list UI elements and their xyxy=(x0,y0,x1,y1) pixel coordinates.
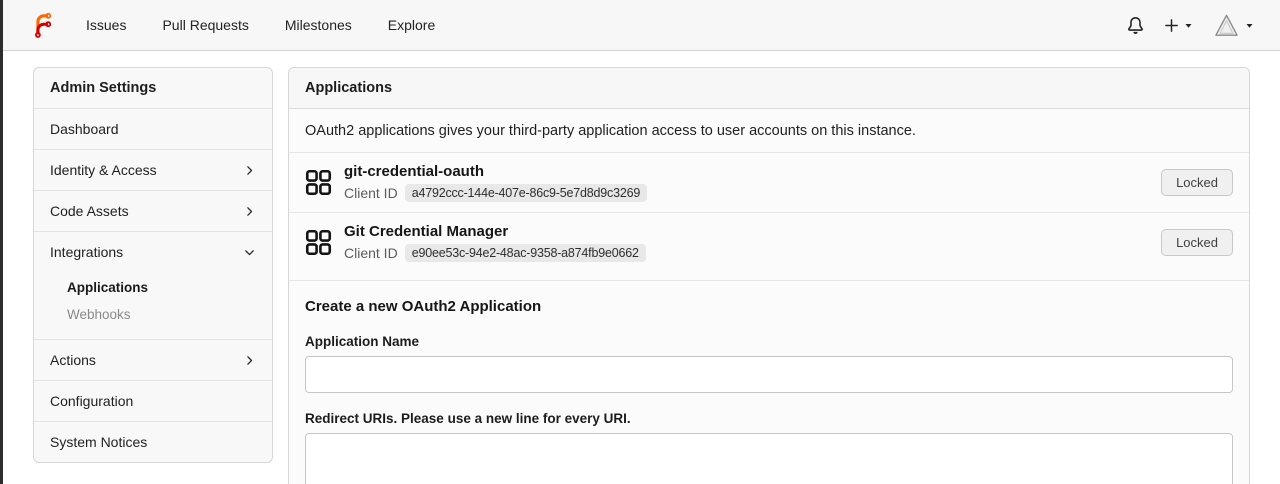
create-section-heading: Create a new OAuth2 Application xyxy=(305,297,542,315)
locked-button[interactable]: Locked xyxy=(1161,168,1233,196)
sidebar-item-webhooks[interactable]: Webhooks xyxy=(34,301,272,328)
plus-icon xyxy=(1165,18,1178,32)
bell-icon xyxy=(1128,16,1143,34)
apps-grid-icon xyxy=(305,169,332,195)
sidebar-item-identity-access[interactable]: Identity & Access xyxy=(34,149,272,190)
app-client-id-line: Client ID e90ee53c-94e2-48ac-9358-a874fb… xyxy=(344,243,646,262)
chevron-down-icon xyxy=(1246,23,1253,28)
sidebar-item-label: Identity & Access xyxy=(50,162,157,178)
sidebar-item-dashboard[interactable]: Dashboard xyxy=(34,108,272,149)
sidebar-item-code-assets[interactable]: Code Assets xyxy=(34,190,272,231)
sidebar-item-label: Integrations xyxy=(50,244,124,260)
application-name-label: Application Name xyxy=(305,333,420,349)
app-name: Git Credential Manager xyxy=(344,222,509,240)
nav-link-milestones[interactable]: Milestones xyxy=(285,17,352,33)
sidebar-title-label: Admin Settings xyxy=(50,80,157,96)
redirect-uris-label: Redirect URIs. Please use a new line for… xyxy=(305,410,631,426)
integrations-submenu: Applications Webhooks xyxy=(34,272,272,339)
admin-settings-sidebar: Admin Settings Dashboard Identity & Acce… xyxy=(33,67,273,463)
panel-description: OAuth2 applications gives your third-par… xyxy=(305,123,916,139)
sidebar-item-label: Configuration xyxy=(50,393,134,409)
navbar-right xyxy=(1127,12,1254,39)
nav-link-explore[interactable]: Explore xyxy=(388,17,435,33)
sidebar-item-configuration[interactable]: Configuration xyxy=(34,380,272,421)
app-name: git-credential-oauth xyxy=(344,163,485,180)
app-info: Git Credential Manager Client ID e90ee53… xyxy=(344,223,646,262)
forgejo-logo-icon[interactable] xyxy=(30,12,57,39)
user-menu-dropdown[interactable] xyxy=(1213,12,1254,39)
oauth-app-row: Git Credential Manager Client ID e90ee53… xyxy=(289,211,1249,272)
app-client-id-line: Client ID a4792ccc-144e-407e-86c9-5e7d8d… xyxy=(344,183,648,202)
notifications-button[interactable] xyxy=(1127,16,1144,34)
sidebar-item-label: System Notices xyxy=(50,434,148,450)
sidebar-item-label: Dashboard xyxy=(50,121,119,137)
top-navbar: Issues Pull Requests Milestones Explore xyxy=(0,0,1280,51)
locked-button[interactable]: Locked xyxy=(1161,228,1233,256)
client-id-value: e90ee53c-94e2-48ac-9358-a874fb9e0662 xyxy=(404,243,646,262)
nav-links: Issues Pull Requests Milestones Explore xyxy=(86,17,435,33)
applications-panel: Applications OAuth2 applications gives y… xyxy=(288,67,1250,484)
sidebar-item-actions[interactable]: Actions xyxy=(34,339,272,380)
chevron-down-icon xyxy=(1185,23,1192,28)
chevron-right-icon xyxy=(247,355,253,365)
sidebar-item-system-notices[interactable]: System Notices xyxy=(34,421,272,462)
sidebar-item-label: Code Assets xyxy=(50,203,129,219)
apps-grid-icon xyxy=(305,229,332,255)
redirect-uris-textarea[interactable] xyxy=(305,432,1233,484)
client-id-value: a4792ccc-144e-407e-86c9-5e7d8d9c3269 xyxy=(404,183,648,202)
sidebar-item-applications[interactable]: Applications xyxy=(34,274,272,301)
chevron-down-icon xyxy=(245,249,254,255)
sidebar-item-integrations[interactable]: Integrations xyxy=(34,231,272,272)
nav-link-issues[interactable]: Issues xyxy=(86,17,126,33)
triangle-avatar xyxy=(1215,14,1238,36)
client-id-label: Client ID xyxy=(344,244,398,261)
chevron-right-icon xyxy=(247,165,253,175)
oauth-app-row: git-credential-oauth Client ID a4792ccc-… xyxy=(289,152,1249,212)
chevron-right-icon xyxy=(247,206,253,216)
client-id-label: Client ID xyxy=(344,184,398,201)
sidebar-item-label: Actions xyxy=(50,352,96,368)
nav-link-pull-requests[interactable]: Pull Requests xyxy=(162,17,248,33)
create-new-dropdown[interactable] xyxy=(1164,18,1193,33)
panel-title: Applications xyxy=(289,68,1249,109)
application-name-input[interactable] xyxy=(305,355,1233,393)
create-oauth-app-section: Create a new OAuth2 Application Applicat… xyxy=(289,279,1249,484)
window-edge xyxy=(0,0,3,484)
sidebar-title: Admin Settings xyxy=(34,68,272,108)
app-info: git-credential-oauth Client ID a4792ccc-… xyxy=(344,163,648,202)
